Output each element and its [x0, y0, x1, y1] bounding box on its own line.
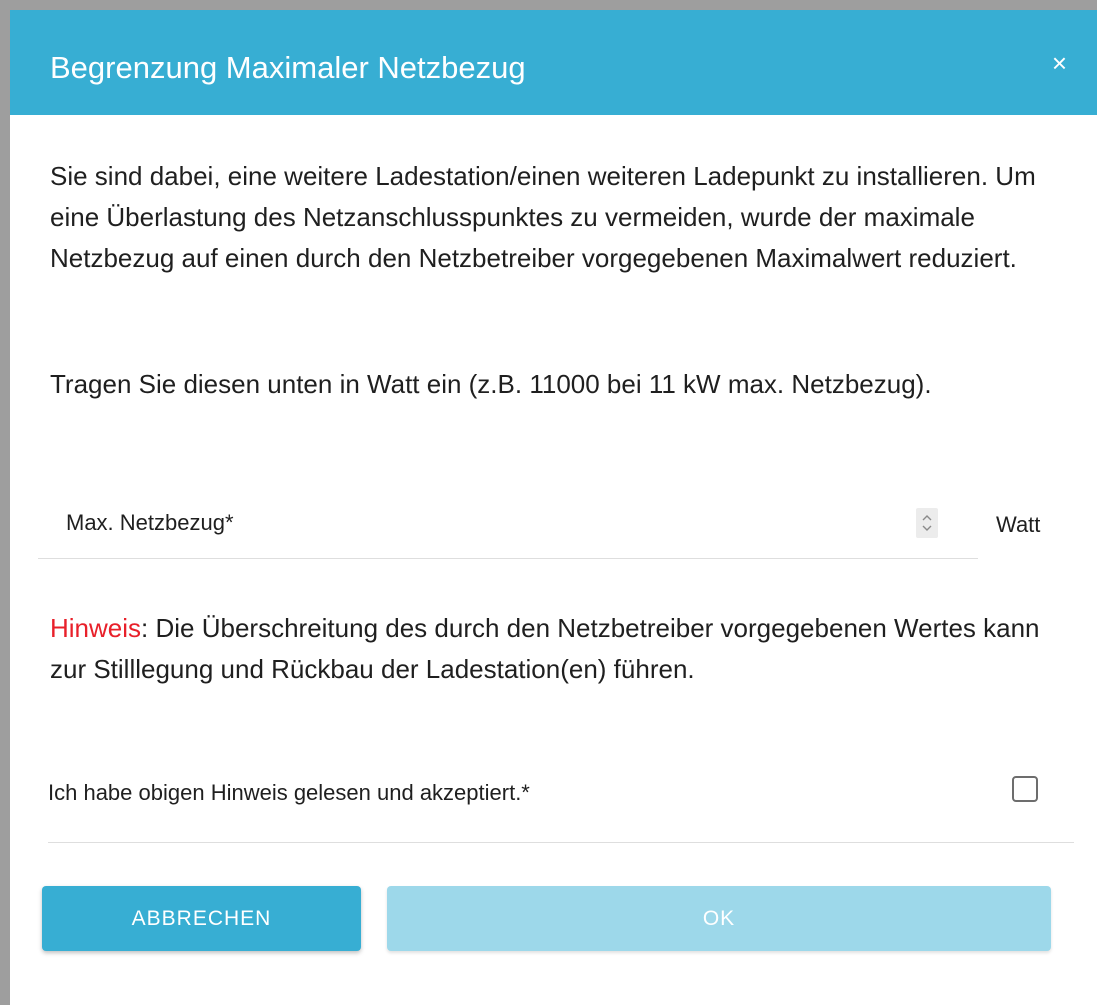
- dialog-header: Begrenzung Maximaler Netzbezug ×: [10, 10, 1097, 115]
- dialog-title: Begrenzung Maximaler Netzbezug: [50, 50, 526, 85]
- hint-word: Hinweis: [50, 613, 142, 643]
- close-icon[interactable]: ×: [1052, 48, 1067, 78]
- max-netzbezug-label: Max. Netzbezug*: [66, 510, 234, 535]
- acknowledge-row: Ich habe obigen Hinweis gelesen und akze…: [48, 772, 1074, 843]
- acknowledge-checkbox[interactable]: [1012, 776, 1038, 802]
- hint-note: Hinweis: Die Überschreitung des durch de…: [50, 608, 1040, 690]
- instruction-text: Tragen Sie diesen unten in Watt ein (z.B…: [50, 369, 932, 399]
- spinner-arrows-icon[interactable]: [916, 508, 938, 538]
- max-netzbezug-field[interactable]: Max. Netzbezug*: [38, 492, 978, 559]
- acknowledge-label: Ich habe obigen Hinweis gelesen und akze…: [48, 780, 530, 805]
- unit-label: Watt: [996, 512, 1041, 537]
- cancel-button[interactable]: ABBRECHEN: [42, 886, 361, 951]
- hint-text: : Die Überschreitung des durch den Netzb…: [50, 613, 1040, 684]
- intro-text: Sie sind dabei, eine weitere Ladestation…: [50, 161, 1036, 273]
- ok-button[interactable]: OK: [387, 886, 1051, 951]
